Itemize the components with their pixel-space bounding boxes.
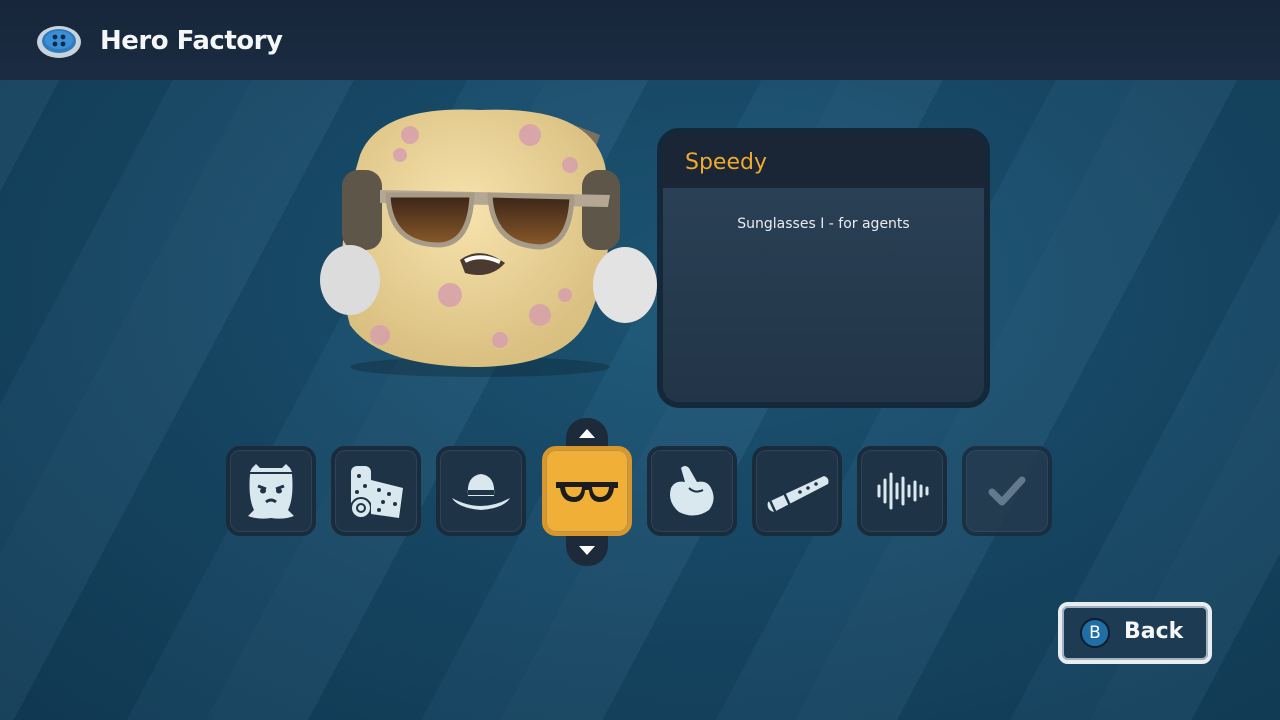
b-button-badge-icon: B [1080,618,1110,648]
button-logo-icon [36,24,82,60]
slot-voice[interactable] [857,446,947,536]
top-bar: Hero Factory [0,0,1280,80]
scroll-up-button[interactable] [566,418,608,448]
slot-hat[interactable] [436,446,526,536]
chevron-up-icon [579,429,595,438]
info-body: Sunglasses I - for agents [663,188,984,402]
character-preview [320,95,670,385]
item-description: Sunglasses I - for agents [737,216,910,232]
hat-icon [452,474,510,510]
item-info-panel: Speedy Sunglasses I - for agents [657,128,990,408]
fabric-pattern-icon [350,466,403,519]
chevron-down-icon [579,546,595,555]
info-header: Speedy [663,134,984,188]
slot-body[interactable] [226,446,316,536]
sound-wave-icon [877,472,929,510]
checkmark-icon [988,476,1026,506]
belt-icon [767,476,829,515]
slot-confirm[interactable] [962,446,1052,536]
body-icon [248,464,294,519]
slot-glasses[interactable] [542,446,632,536]
item-name: Speedy [685,150,767,175]
hand-icon [670,466,714,516]
app-title: Hero Factory [100,26,283,56]
slot-hands[interactable] [647,446,737,536]
back-button[interactable]: B Back [1058,602,1212,664]
glasses-icon [556,482,618,502]
slot-pattern[interactable] [331,446,421,536]
back-label: Back [1124,619,1184,644]
scroll-down-button[interactable] [566,536,608,566]
slot-belt[interactable] [752,446,842,536]
